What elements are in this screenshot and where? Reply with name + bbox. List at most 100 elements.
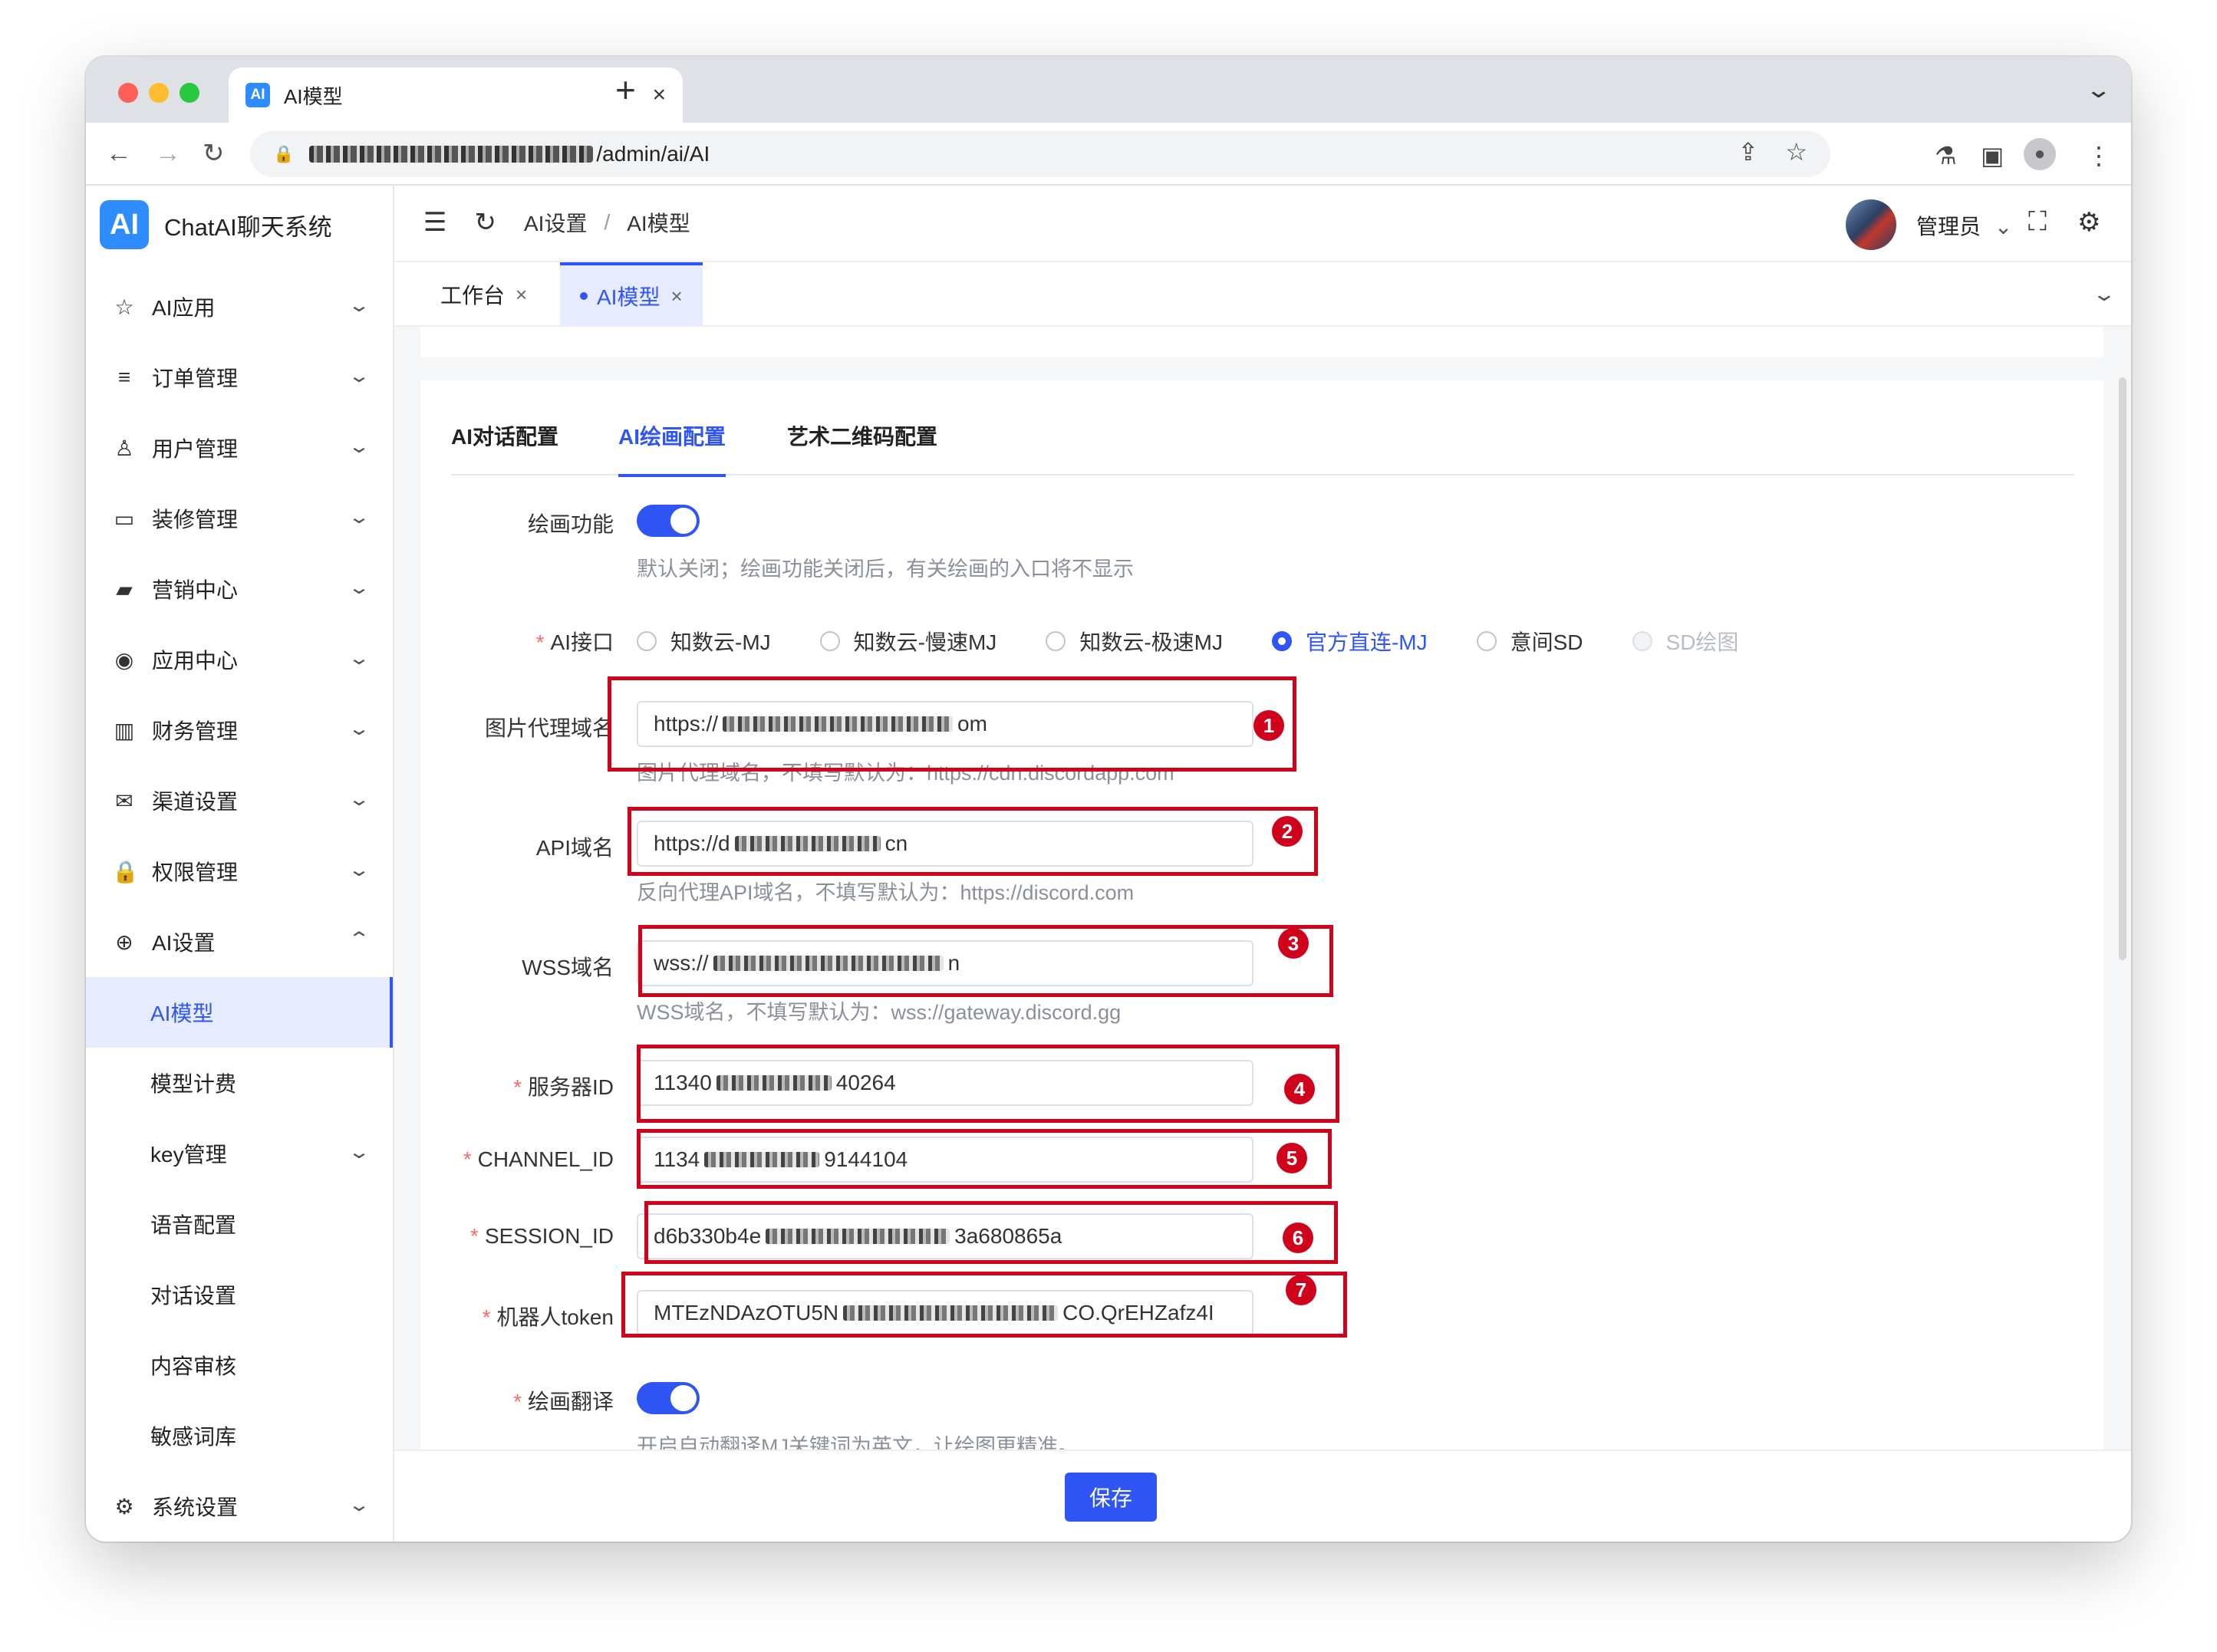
topbar-left: ☰ ↻ AI设置 / AI模型 xyxy=(423,207,690,238)
maximize-window-button[interactable] xyxy=(180,83,199,103)
bookmark-star-icon[interactable]: ☆ xyxy=(1785,137,1807,166)
fullscreen-icon[interactable]: ⛶ xyxy=(2028,207,2047,237)
sidebar-item-decoration[interactable]: ▭ 装修管理 ⌄ xyxy=(86,483,393,554)
field-label: API域名 xyxy=(535,836,614,860)
field-label: * AI接口 xyxy=(535,630,614,654)
radio-zhishuyun-slow-mj[interactable]: 知数云-慢速MJ xyxy=(819,626,996,657)
chevron-down-icon: ⌄ xyxy=(347,648,371,669)
user-menu[interactable]: 管理员 ⌄ xyxy=(1916,210,2012,241)
radio-official-mj[interactable]: 官方直连-MJ xyxy=(1271,626,1428,657)
tag-label: 工作台 xyxy=(440,284,506,308)
chart-icon: ▥ xyxy=(114,718,135,742)
radio-zhishuyun-mj[interactable]: 知数云-MJ xyxy=(637,626,771,657)
sidebar-item-voice-config[interactable]: 语音配置 xyxy=(86,1189,393,1259)
radio-checked-icon xyxy=(1271,631,1292,651)
chevron-down-icon: ⌄ xyxy=(1994,215,2013,239)
sidebar-item-ai-model[interactable]: AI模型 xyxy=(86,977,393,1048)
sidebar-item-label: 系统设置 xyxy=(152,1496,239,1519)
annotation-badge-1: 1 xyxy=(1253,710,1284,741)
highlight-box-3 xyxy=(638,925,1333,997)
close-tab-icon[interactable]: × xyxy=(652,82,666,108)
sidebar-menu: ☆ AI应用 ⌄ ≡ 订单管理 ⌄ ♙ 用户管理 ⌄ ▭ 装修管理 ⌄ ▰ 营销… xyxy=(86,271,393,1542)
sidebar-item-label: key管理 xyxy=(150,1143,227,1167)
refresh-icon[interactable]: ↻ xyxy=(474,207,496,238)
settings-gear-icon[interactable]: ⚙ xyxy=(2077,207,2100,238)
sidebar-item-app-center[interactable]: ◉ 应用中心 ⌄ xyxy=(86,624,393,695)
chevron-down-icon: ⌄ xyxy=(347,1142,371,1163)
sidebar-item-system-settings[interactable]: ⚙ 系统设置 ⌄ xyxy=(86,1471,393,1542)
field-help: 默认关闭；绘画功能关闭后，有关绘画的入口将不显示 xyxy=(637,558,1134,581)
back-icon[interactable]: ← xyxy=(106,135,132,172)
highlight-box-4 xyxy=(637,1045,1339,1123)
chevron-down-icon: ⌄ xyxy=(347,860,371,880)
sidebar-item-key-management[interactable]: key管理 ⌄ xyxy=(86,1118,393,1189)
user-name: 管理员 xyxy=(1916,215,1981,239)
sidebar-item-label: AI设置 xyxy=(152,931,216,955)
sidebar-item-permissions[interactable]: 🔒 权限管理 ⌄ xyxy=(86,836,393,907)
new-tab-icon[interactable]: + xyxy=(615,72,636,107)
radio-zhishuyun-fast-mj[interactable]: 知数云-极速MJ xyxy=(1046,626,1223,657)
annotation-badge-6: 6 xyxy=(1283,1223,1313,1253)
sidebar-item-users[interactable]: ♙ 用户管理 ⌄ xyxy=(86,413,393,483)
sidebar-item-orders[interactable]: ≡ 订单管理 ⌄ xyxy=(86,342,393,413)
menu-fold-icon[interactable]: ☰ xyxy=(423,207,446,238)
breadcrumb-item[interactable]: AI设置 xyxy=(524,207,587,238)
radio-circle-icon xyxy=(1632,631,1652,651)
field-label: 图片代理域名 xyxy=(484,716,614,740)
brand: AI ChatAI聊天系统 xyxy=(86,186,393,264)
close-icon[interactable]: × xyxy=(516,283,527,307)
field-label: * SESSION_ID xyxy=(470,1224,614,1248)
tag-ai-model[interactable]: AI模型 × xyxy=(560,262,703,327)
chevron-down-icon: ⌄ xyxy=(347,789,371,810)
form-footer: 保存 xyxy=(394,1450,2131,1542)
tab-ai-draw-config[interactable]: AI绘画配置 xyxy=(618,422,726,477)
sidebar-item-marketing[interactable]: ▰ 营销中心 ⌄ xyxy=(86,554,393,624)
profile-avatar-icon[interactable]: ● xyxy=(2024,138,2056,170)
extension-flask-icon[interactable]: ⚗ xyxy=(1935,141,1957,170)
draw-translate-switch[interactable] xyxy=(637,1382,700,1414)
browser-menu-icon[interactable]: ⋮ xyxy=(2087,141,2111,170)
chevron-down-icon: ⌄ xyxy=(347,436,371,457)
chevron-down-icon: ⌄ xyxy=(347,719,371,739)
save-button[interactable]: 保存 xyxy=(1065,1473,1157,1522)
tag-workbench[interactable]: 工作台 × xyxy=(420,262,547,327)
avatar[interactable] xyxy=(1846,199,1896,250)
address-bar[interactable]: 🔒 /admin/ai/AI ⇪ ☆ xyxy=(250,131,1830,177)
breadcrumb-separator: / xyxy=(604,210,611,234)
chevron-up-icon: ⌃ xyxy=(347,929,371,949)
radio-circle-icon xyxy=(1046,631,1066,651)
share-icon[interactable]: ⇪ xyxy=(1738,137,1758,166)
sidebar-item-ai-settings[interactable]: ⊕ AI设置 ⌃ xyxy=(86,907,393,977)
chevron-down-icon[interactable]: ⌄ xyxy=(2092,282,2117,306)
sidebar-item-content-review[interactable]: 内容审核 xyxy=(86,1330,393,1400)
ai-settings-icon: ⊕ xyxy=(115,930,133,954)
radio-yijian-sd[interactable]: 意间SD xyxy=(1476,626,1583,657)
sidebar-item-chat-settings[interactable]: 对话设置 xyxy=(86,1259,393,1330)
draw-enable-switch[interactable] xyxy=(637,505,700,537)
sidebar-item-label: 应用中心 xyxy=(152,649,239,673)
tab-art-qrcode-config[interactable]: 艺术二维码配置 xyxy=(787,422,937,476)
chevron-down-icon: ⌄ xyxy=(347,578,371,598)
sidebar-item-model-billing[interactable]: 模型计费 xyxy=(86,1048,393,1118)
forward-icon[interactable]: → xyxy=(155,135,181,172)
close-icon[interactable]: × xyxy=(670,285,682,308)
reload-icon[interactable]: ↻ xyxy=(203,135,225,172)
lock-icon: 🔒 xyxy=(112,859,139,884)
sidebar-item-channels[interactable]: ✉ 渠道设置 ⌄ xyxy=(86,765,393,836)
minimize-window-button[interactable] xyxy=(149,83,169,103)
highlight-box-6 xyxy=(644,1201,1338,1264)
breadcrumb-current: AI模型 xyxy=(627,212,690,235)
close-window-button[interactable] xyxy=(118,83,138,103)
decoration-icon: ▭ xyxy=(114,506,135,531)
annotation-badge-5: 5 xyxy=(1277,1143,1307,1173)
sidepanel-icon[interactable]: ▣ xyxy=(1981,141,2004,170)
scrollbar[interactable] xyxy=(2119,377,2126,960)
browser-tab-title: AI模型 xyxy=(284,84,343,108)
sidebar-item-ai-apps[interactable]: ☆ AI应用 ⌄ xyxy=(86,271,393,342)
browser-tabstrip: AI AI模型 × + ⌄ xyxy=(86,57,2131,123)
sidebar-item-finance[interactable]: ▥ 财务管理 ⌄ xyxy=(86,695,393,765)
sidebar-item-label: 订单管理 xyxy=(152,367,239,390)
sidebar-item-sensitive-words[interactable]: 敏感词库 xyxy=(86,1400,393,1471)
tab-search-chevron-icon[interactable]: ⌄ xyxy=(2085,77,2112,104)
tab-ai-chat-config[interactable]: AI对话配置 xyxy=(451,422,558,476)
